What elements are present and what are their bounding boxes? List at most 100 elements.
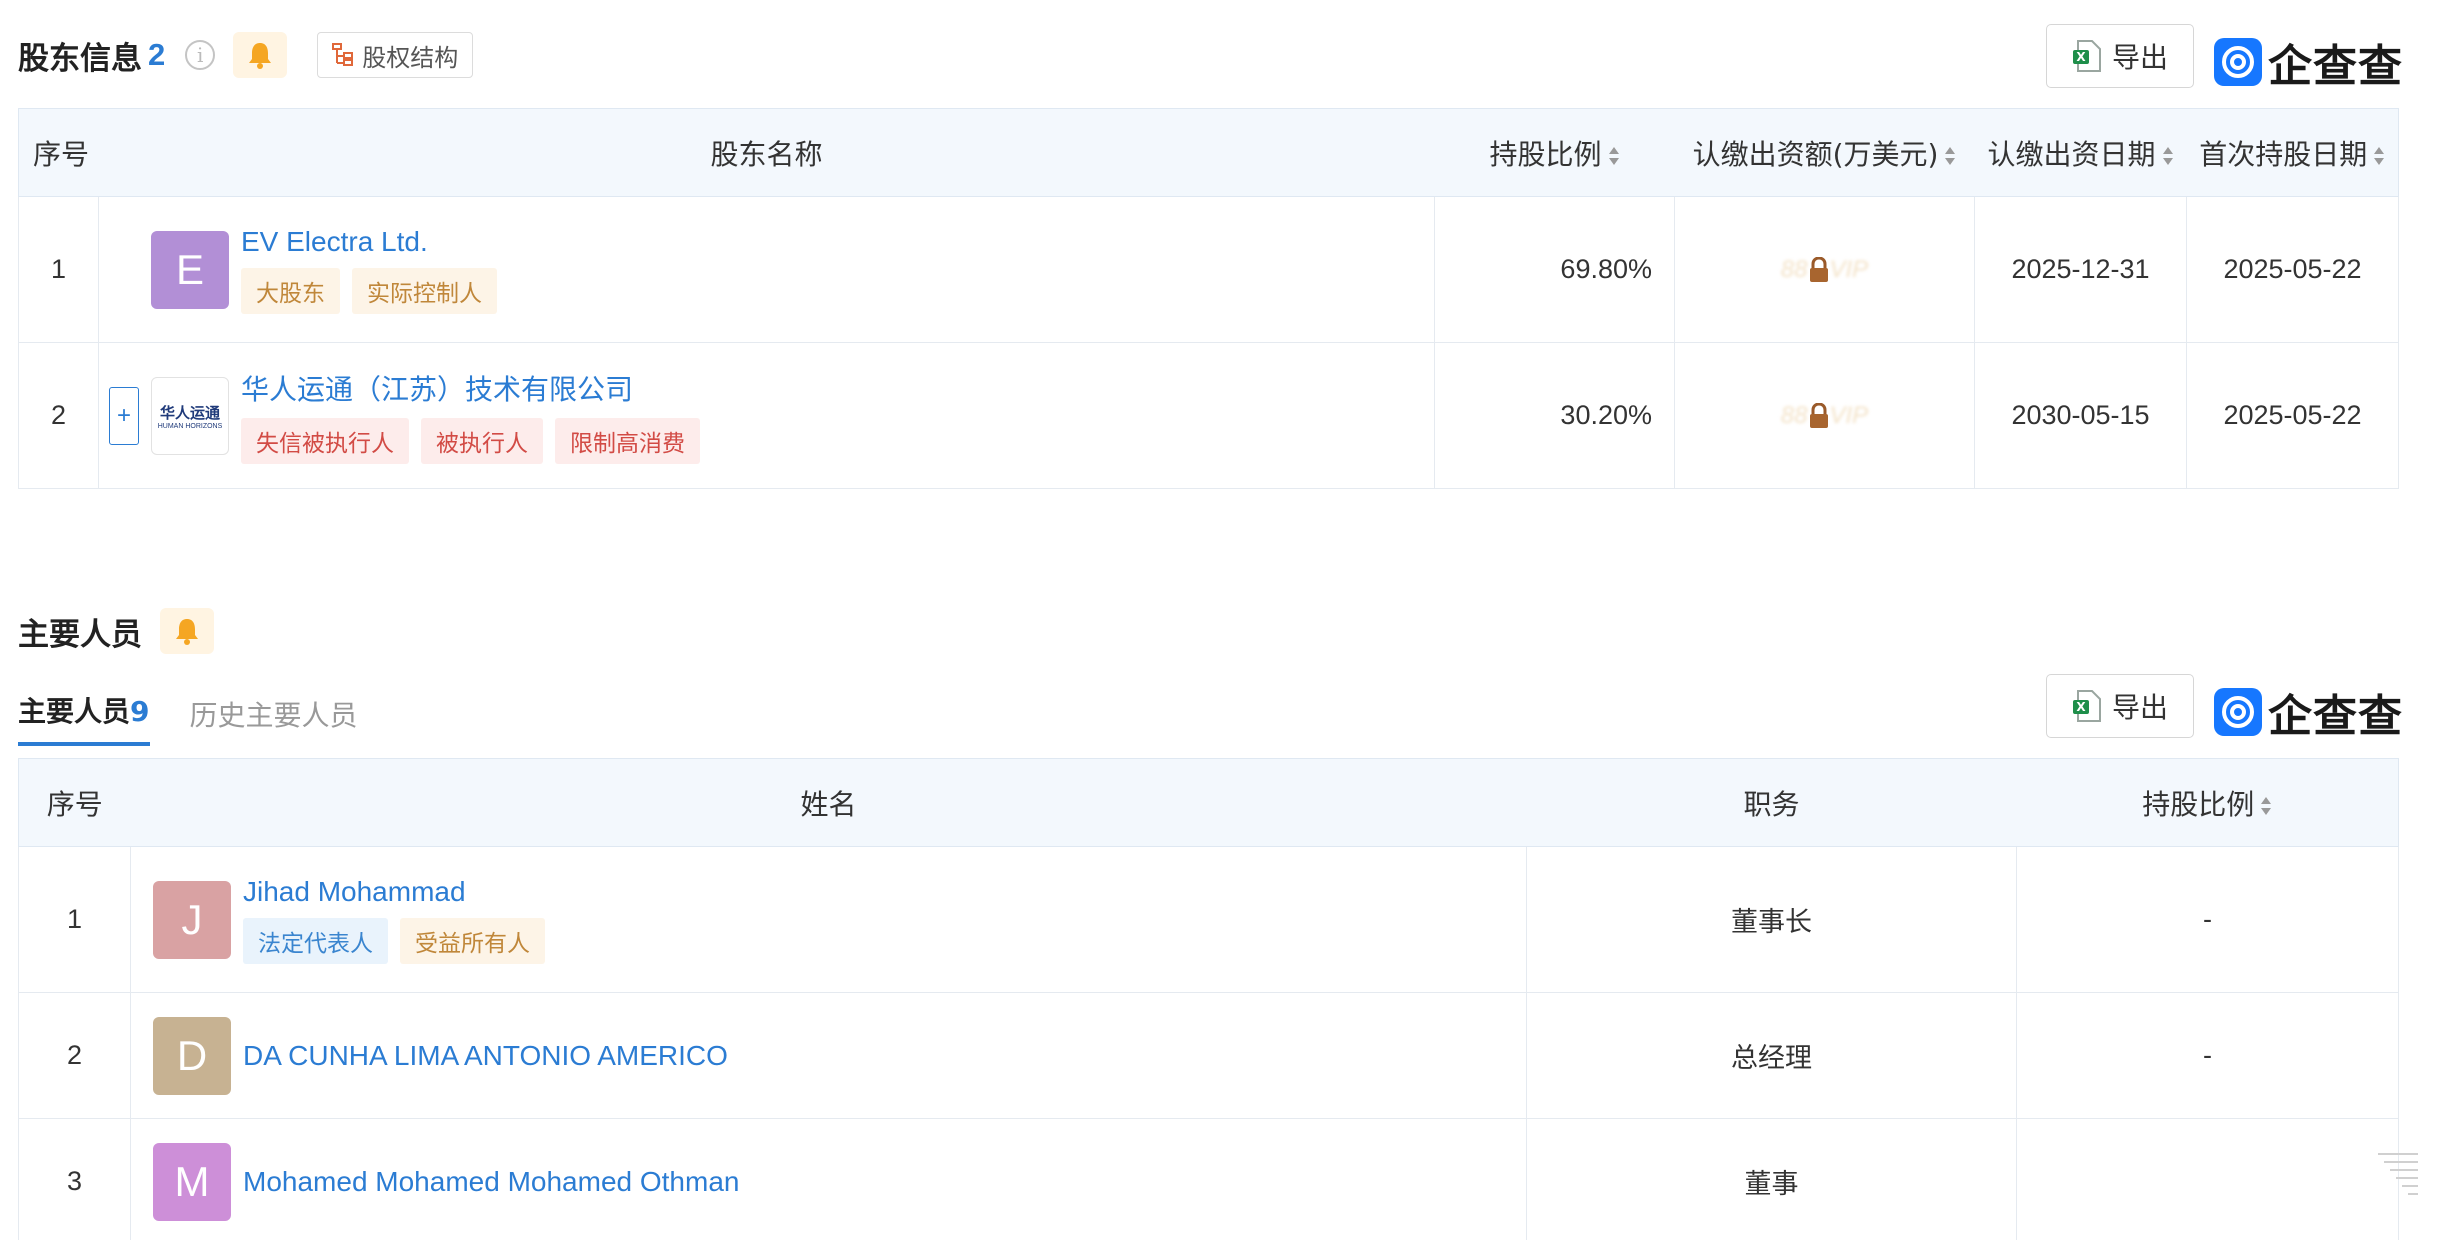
personnel-export-button[interactable]: X 导出 — [2046, 674, 2194, 738]
table-row: 2 + 华人运通 HUMAN HORIZONS 华人运通（江苏）技术有限公司 失… — [18, 342, 2399, 489]
bell-icon[interactable] — [233, 32, 288, 78]
row-index: 2 — [18, 342, 99, 489]
svg-text:X: X — [2076, 50, 2086, 64]
first-date: 2025-05-22 — [2186, 196, 2399, 343]
tab-label: 主要人员 — [18, 695, 131, 728]
person-cell: M Mohamed Mohamed Mohamed Othman — [130, 1118, 1527, 1240]
col-first-date[interactable]: 首次持股日期 — [2186, 108, 2399, 197]
col-capital[interactable]: 认缴出资额(万美元) — [1674, 108, 1975, 197]
ratio-value: 69.80% — [1434, 196, 1675, 343]
person-name-link[interactable]: Mohamed Mohamed Mohamed Othman — [243, 1166, 739, 1198]
col-ratio-label: 持股比例 — [1489, 137, 1602, 171]
tab-count: 9 — [130, 695, 150, 728]
vip-label: VIP — [1829, 401, 1869, 429]
qichacha-logo: 企查查 — [2214, 30, 2403, 94]
bell-icon[interactable] — [160, 608, 214, 654]
table-row: 3 M Mohamed Mohamed Mohamed Othman 董事 — [18, 1118, 2399, 1240]
row-index: 1 — [18, 196, 99, 343]
col-ratio-label: 持股比例 — [2142, 787, 2255, 821]
tab-current-personnel[interactable]: 主要人员9 — [18, 690, 150, 746]
col-subscribe-date[interactable]: 认缴出资日期 — [1974, 108, 2187, 197]
company-logo-cn: 华人运通 — [159, 403, 220, 422]
qichacha-logo: 企查查 — [2214, 680, 2403, 744]
shareholder-name-link[interactable]: EV Electra Ltd. — [241, 226, 509, 258]
table-row: 1 E EV Electra Ltd. 大股东 实际控制人 69.80% 88 … — [18, 196, 2399, 343]
sort-icon — [1608, 146, 1619, 165]
shareholders-title: 股东信息 — [18, 40, 142, 77]
tag-beneficial-owner[interactable]: 受益所有人 — [400, 917, 545, 964]
logo-text: 企查查 — [2268, 691, 2403, 742]
tag-dishonest-executed[interactable]: 失信被执行人 — [241, 417, 409, 464]
row-index: 2 — [18, 992, 131, 1119]
company-logo-en: HUMAN HORIZONS — [157, 422, 223, 430]
ratio-value — [2016, 1118, 2399, 1240]
tag-actual-controller[interactable]: 实际控制人 — [352, 267, 497, 314]
tag-executed[interactable]: 被执行人 — [421, 417, 543, 464]
shareholders-header: 股东信息 2 i 股权结构 — [18, 26, 474, 84]
lock-icon — [1809, 256, 1828, 282]
col-shareholder-name: 股东名称 — [98, 108, 1435, 197]
subscribe-date: 2030-05-15 — [1974, 342, 2187, 489]
tag-legal-representative[interactable]: 法定代表人 — [243, 917, 388, 964]
shareholders-table: 序号 股东名称 持股比例 认缴出资额(万美元) 认缴出资日期 首次持股日期 1 … — [18, 108, 2399, 489]
vip-blur-text: 88 — [1780, 255, 1808, 283]
resize-handle[interactable] — [2378, 1150, 2418, 1198]
ratio-value: 30.20% — [1434, 342, 1675, 489]
sort-icon — [2374, 146, 2385, 165]
avatar: J — [153, 880, 231, 959]
company-logo: 华人运通 HUMAN HORIZONS — [151, 376, 229, 455]
shareholder-name-link[interactable]: 华人运通（江苏）技术有限公司 — [241, 368, 712, 408]
capital-cell[interactable]: 88 VIP — [1674, 196, 1975, 343]
col-index: 序号 — [18, 758, 131, 847]
col-subscribe-date-label: 认缴出资日期 — [1987, 137, 2156, 171]
qichacha-logo-icon — [2214, 38, 2262, 86]
excel-icon: X — [2072, 40, 2101, 72]
tag-consumption-restricted[interactable]: 限制高消费 — [555, 417, 700, 464]
personnel-tabs: 主要人员9 历史主要人员 — [18, 690, 398, 746]
col-position: 职务 — [1526, 758, 2017, 847]
col-index: 序号 — [18, 108, 99, 197]
subscribe-date: 2025-12-31 — [1974, 196, 2187, 343]
personnel-title: 主要人员 — [18, 616, 142, 653]
sort-icon — [2162, 146, 2173, 165]
logo-text: 企查查 — [2268, 41, 2403, 92]
person-name-link[interactable]: Jihad Mohammad — [243, 876, 557, 908]
personnel-header: 主要人员 — [18, 602, 214, 660]
vip-blur-text: 88 — [1780, 401, 1808, 429]
col-ratio[interactable]: 持股比例 — [1434, 108, 1675, 197]
person-name-link[interactable]: DA CUNHA LIMA ANTONIO AMERICO — [243, 1040, 728, 1072]
qichacha-logo-icon — [2214, 688, 2262, 736]
col-name: 姓名 — [130, 758, 1527, 847]
col-first-date-label: 首次持股日期 — [2199, 137, 2368, 171]
equity-structure-button[interactable]: 股权结构 — [317, 32, 474, 78]
row-index: 3 — [18, 1118, 131, 1240]
expand-button[interactable]: + — [109, 386, 139, 445]
svg-text:X: X — [2076, 700, 2086, 714]
sort-icon — [1945, 146, 1956, 165]
col-ratio[interactable]: 持股比例 — [2016, 758, 2399, 847]
tab-history-personnel[interactable]: 历史主要人员 — [190, 694, 358, 746]
sort-icon — [2261, 796, 2272, 815]
shareholders-export-button[interactable]: X 导出 — [2046, 24, 2194, 88]
avatar: E — [151, 230, 229, 309]
table-header-row: 序号 姓名 职务 持股比例 — [18, 758, 2399, 847]
person-cell: J Jihad Mohammad 法定代表人 受益所有人 — [130, 846, 1527, 993]
equity-structure-label: 股权结构 — [362, 43, 459, 72]
shareholder-cell: + 华人运通 HUMAN HORIZONS 华人运通（江苏）技术有限公司 失信被… — [98, 342, 1435, 489]
lock-icon — [1809, 402, 1828, 428]
equity-structure-icon — [332, 43, 354, 66]
export-label: 导出 — [2111, 41, 2168, 74]
info-icon[interactable]: i — [185, 40, 216, 70]
row-index: 1 — [18, 846, 131, 993]
excel-icon: X — [2072, 690, 2101, 722]
shareholders-count: 2 — [148, 37, 166, 72]
personnel-table: 序号 姓名 职务 持股比例 1 J Jihad Mohammad 法定代表人 受… — [18, 758, 2399, 1240]
tag-major-shareholder[interactable]: 大股东 — [241, 267, 340, 314]
person-cell: D DA CUNHA LIMA ANTONIO AMERICO — [130, 992, 1527, 1119]
table-header-row: 序号 股东名称 持股比例 认缴出资额(万美元) 认缴出资日期 首次持股日期 — [18, 108, 2399, 197]
shareholder-cell: E EV Electra Ltd. 大股东 实际控制人 — [98, 196, 1435, 343]
position-value: 董事 — [1526, 1118, 2017, 1240]
position-value: 总经理 — [1526, 992, 2017, 1119]
capital-cell[interactable]: 88 VIP — [1674, 342, 1975, 489]
first-date: 2025-05-22 — [2186, 342, 2399, 489]
